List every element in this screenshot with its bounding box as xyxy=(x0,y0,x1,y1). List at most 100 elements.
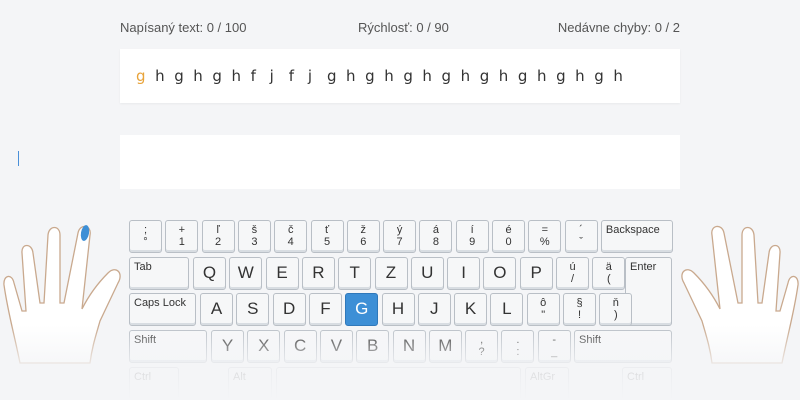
key-p[interactable]: P xyxy=(519,257,553,290)
key-ô[interactable]: ô " xyxy=(526,293,560,326)
key-7[interactable]: ý7 xyxy=(383,220,417,253)
target-char: g xyxy=(556,67,566,85)
key-g[interactable]: G xyxy=(345,293,379,326)
key-top-label: - xyxy=(552,334,557,346)
alt-left-key[interactable]: Alt xyxy=(228,367,272,400)
target-char: f xyxy=(288,67,295,85)
target-text-panel: ghghghfjfjghghghghghghghgh xyxy=(120,49,680,103)
key-.[interactable]: .: xyxy=(501,330,535,363)
key-z[interactable]: Z xyxy=(374,257,408,290)
key-h[interactable]: H xyxy=(381,293,415,326)
ctrl-right-key[interactable]: Ctrl xyxy=(622,367,672,400)
target-char: g xyxy=(403,67,413,85)
target-char: h xyxy=(575,67,585,85)
key-top-label: í xyxy=(470,224,474,236)
key-top-label: § xyxy=(576,297,583,309)
target-char: h xyxy=(231,67,241,85)
key-0[interactable]: é0 xyxy=(492,220,525,253)
key-u[interactable]: U xyxy=(410,257,444,290)
key-3[interactable]: š3 xyxy=(237,220,271,253)
key-top-label: ´ xyxy=(579,224,583,236)
backspace-key[interactable]: Backspace xyxy=(600,220,673,253)
key-e[interactable]: E xyxy=(265,257,299,290)
target-char: g xyxy=(174,67,184,85)
key-bottom-label: 8 xyxy=(432,236,439,249)
key-top-label: ť xyxy=(324,224,330,236)
key-4[interactable]: č4 xyxy=(274,220,308,253)
key-ä[interactable]: ä( xyxy=(592,257,626,290)
tab-key[interactable]: Tab xyxy=(129,257,189,290)
key--[interactable]: - _ xyxy=(537,330,571,363)
key-,[interactable]: ,? xyxy=(465,330,499,363)
key-q[interactable]: Q xyxy=(193,257,226,290)
key-bottom-label: ( xyxy=(606,273,611,286)
ctrl-left-key[interactable]: Ctrl xyxy=(129,367,179,400)
typing-input[interactable] xyxy=(120,135,680,189)
key-5[interactable]: ť5 xyxy=(310,220,344,253)
key-bottom-label: 1 xyxy=(178,236,185,249)
shift-left-key[interactable]: Shift xyxy=(129,330,207,363)
key-o[interactable]: O xyxy=(483,257,517,290)
key-§[interactable]: §! xyxy=(563,293,596,326)
key-top-label: ú xyxy=(569,261,576,273)
key-y[interactable]: Y xyxy=(211,330,244,363)
key-bottom-label: ˇ xyxy=(579,236,583,249)
current-target-char: g xyxy=(136,67,146,85)
key-bottom-label: / xyxy=(570,273,575,286)
key-%[interactable]: =% xyxy=(528,220,562,253)
text-caret xyxy=(18,151,19,166)
key-l[interactable]: L xyxy=(490,293,524,326)
key-top-label: , xyxy=(480,334,484,346)
target-char: g xyxy=(479,67,490,85)
key-°[interactable]: ; ° xyxy=(129,220,162,253)
shift-right-key[interactable]: Shift xyxy=(574,330,672,363)
key-w[interactable]: W xyxy=(229,257,263,290)
key-1[interactable]: +1 xyxy=(165,220,199,253)
key-c[interactable]: C xyxy=(283,330,317,363)
key-f[interactable]: F xyxy=(308,293,342,326)
caps-lock-key[interactable]: Caps Lock xyxy=(129,293,196,326)
key-ň[interactable]: ň) xyxy=(599,293,633,326)
key-bottom-label: % xyxy=(539,236,550,249)
key-ˇ[interactable]: ´ ˇ xyxy=(564,220,598,253)
key-k[interactable]: K xyxy=(454,293,488,326)
key-bottom-label: ! xyxy=(577,309,582,322)
key-bottom-label: 0 xyxy=(505,236,512,249)
altgr-key[interactable]: AltGr xyxy=(525,367,569,400)
key-j[interactable]: J xyxy=(417,293,451,326)
key-x[interactable]: X xyxy=(247,330,281,363)
key-i[interactable]: I xyxy=(447,257,481,290)
key-b[interactable]: B xyxy=(356,330,390,363)
key-top-label: ň xyxy=(612,297,619,309)
key-m[interactable]: M xyxy=(428,330,462,363)
target-char: g xyxy=(517,67,528,85)
key-s[interactable]: S xyxy=(236,293,270,326)
key-top-label: š xyxy=(251,224,258,236)
target-char: h xyxy=(536,67,547,85)
key-bottom-label: ° xyxy=(143,236,148,249)
key-9[interactable]: í9 xyxy=(455,220,489,253)
key-bottom-label: 7 xyxy=(396,236,403,249)
key-bottom-label: " xyxy=(541,309,546,322)
key-top-label: + xyxy=(178,224,186,236)
key-r[interactable]: R xyxy=(301,257,335,290)
key-2[interactable]: ľ2 xyxy=(201,220,235,253)
space-key[interactable] xyxy=(276,367,521,400)
key-bottom-label: ? xyxy=(478,346,485,359)
key-t[interactable]: T xyxy=(338,257,372,290)
target-char: g xyxy=(441,67,452,85)
key-bottom-label: _ xyxy=(551,346,558,359)
key-n[interactable]: N xyxy=(392,330,426,363)
key-bottom-label: : xyxy=(516,346,520,359)
target-char: h xyxy=(460,67,471,85)
enter-key[interactable]: Enter xyxy=(625,257,672,326)
key-a[interactable]: A xyxy=(200,293,233,326)
key-8[interactable]: á8 xyxy=(419,220,453,253)
key-bottom-label: 4 xyxy=(287,236,294,249)
key-v[interactable]: V xyxy=(319,330,353,363)
key-d[interactable]: D xyxy=(272,293,306,326)
key-ú[interactable]: ú / xyxy=(556,257,589,290)
recent-errors-stat: Nedávne chyby: 0 / 2 xyxy=(557,20,680,35)
key-6[interactable]: ž6 xyxy=(346,220,380,253)
target-char: g xyxy=(326,67,337,85)
